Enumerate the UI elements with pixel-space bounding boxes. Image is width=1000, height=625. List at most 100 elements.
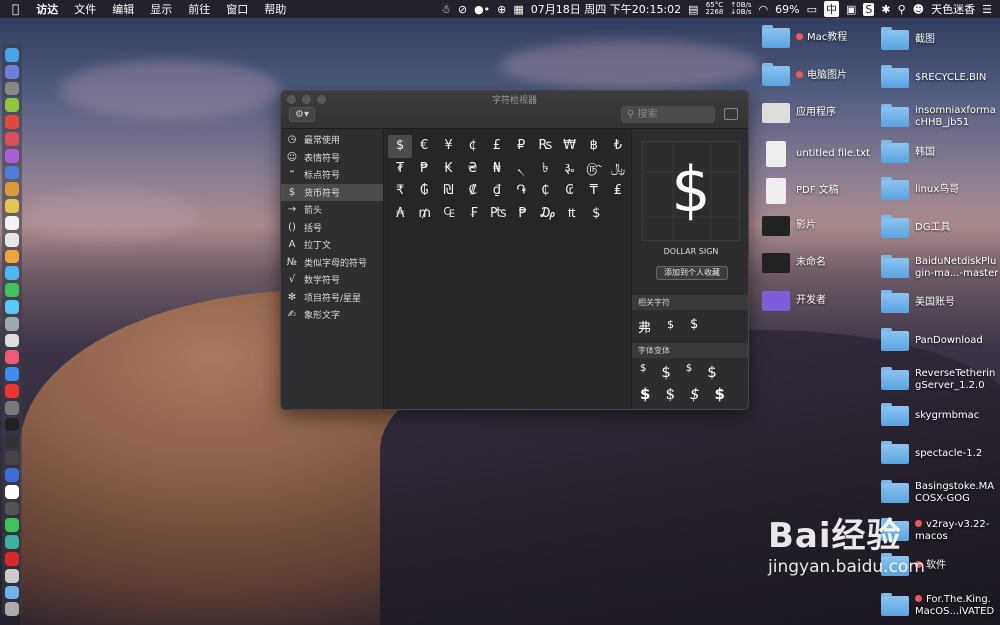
glyph-cell[interactable]: ₦ — [485, 158, 509, 181]
glyph-cell[interactable]: $ — [584, 203, 609, 226]
photos-icon[interactable] — [5, 249, 19, 264]
glyph-cell[interactable]: ₲ — [412, 180, 436, 203]
menu-app-name[interactable]: 访达 — [28, 1, 66, 17]
qq-icon[interactable]: ☃ — [441, 3, 451, 16]
glyph-cell[interactable]: ֏ — [509, 180, 533, 203]
font-variant[interactable]: $ — [661, 363, 671, 381]
app-icon[interactable] — [5, 148, 19, 163]
desktop-item[interactable]: linux鸟哥 — [881, 177, 959, 201]
desktop-item[interactable]: $RECYCLE.BIN — [881, 64, 986, 88]
app-icon[interactable] — [5, 333, 19, 348]
input-method[interactable]: 中 — [823, 1, 839, 17]
rocket-icon[interactable] — [5, 81, 19, 96]
related-char[interactable]: $ — [667, 317, 674, 336]
app-icon[interactable] — [5, 316, 19, 331]
app-store-icon[interactable] — [5, 367, 19, 381]
facetime-icon[interactable] — [5, 283, 19, 297]
desktop-item[interactable]: skygrmbmac — [881, 403, 979, 426]
desktop-item[interactable]: PDF 文稿 — [762, 178, 839, 204]
desktop-item[interactable]: 未命名 — [762, 253, 826, 273]
category-item[interactable]: “ 标点符号 — [281, 166, 383, 184]
downloads-folder-icon[interactable] — [5, 585, 19, 600]
desktop-item[interactable]: 电脑图片 — [762, 62, 847, 86]
glyph-cell[interactable]: ₤ — [606, 180, 630, 203]
related-char[interactable]: $ — [690, 317, 698, 336]
desktop-item[interactable]: For.The.King. MacOS...iVATED — [881, 593, 994, 618]
glyph-cell[interactable]: ₩ — [557, 135, 581, 158]
apple-menu-icon[interactable]:  — [0, 2, 28, 16]
category-item[interactable]: √ 数学符号 — [281, 271, 383, 289]
font-variant[interactable]: $ — [640, 363, 646, 381]
desktop-item[interactable]: 韩国 — [881, 139, 935, 163]
app-icon[interactable] — [5, 232, 19, 247]
glyph-cell[interactable]: $ — [388, 135, 413, 158]
desktop-item[interactable]: DG工具 — [881, 215, 950, 238]
glyph-cell[interactable]: ₽ — [509, 135, 533, 158]
desktop-item[interactable]: ReverseTetherin gServer_1.2.0 — [881, 367, 995, 392]
sync-icon[interactable]: ⊘ — [458, 3, 467, 16]
messages-icon[interactable] — [5, 266, 19, 281]
glyph-cell[interactable]: ₪ — [436, 180, 460, 203]
glyph-cell[interactable]: ₨ — [533, 135, 557, 158]
glyph-cell[interactable]: ¢ — [461, 135, 485, 158]
font-variant[interactable]: $ — [707, 363, 717, 381]
glyph-cell[interactable]: ₸ — [582, 180, 606, 203]
menu-edit[interactable]: 编辑 — [104, 1, 142, 17]
font-variant[interactable]: $ — [690, 385, 700, 403]
desktop-item[interactable]: Mac教程 — [762, 25, 847, 48]
glyph-cell[interactable]: ₣ — [462, 203, 487, 226]
add-to-favorites-button[interactable]: 添加到个人收藏 — [656, 266, 728, 280]
toggle-detail-button[interactable] — [724, 108, 738, 120]
bluetooth-icon[interactable]: ✱ — [881, 3, 890, 16]
related-char[interactable]: 弗 — [638, 317, 651, 336]
font-variant[interactable]: $ — [640, 385, 650, 403]
android-icon[interactable] — [5, 98, 19, 113]
app-icon[interactable] — [5, 131, 19, 146]
dots-icon[interactable]: ●• — [474, 3, 490, 16]
app-icon[interactable] — [5, 299, 19, 314]
glyph-cell[interactable]: ৲ — [509, 158, 533, 181]
glyph-cell[interactable]: ₯ — [535, 203, 560, 226]
desktop-item[interactable]: untitled file.txt — [762, 140, 870, 167]
app-icon[interactable] — [5, 182, 19, 197]
vivaldi-icon[interactable] — [5, 383, 19, 398]
desktop-item[interactable]: 美国账号 — [881, 290, 955, 314]
glyph-cell[interactable]: ₺ — [606, 135, 630, 158]
glyph-cell[interactable]: ૱ — [557, 158, 581, 181]
datetime[interactable]: 07月18日 周四 下午20:15:02 — [531, 1, 681, 17]
terminal-icon[interactable] — [5, 417, 19, 432]
desktop-item[interactable]: 应用程序 — [762, 103, 836, 123]
glyph-cell[interactable]: ₫ — [485, 180, 509, 203]
spotlight-icon[interactable]: ⚲ — [898, 3, 906, 16]
desktop-item[interactable]: spectacle-1.2 — [881, 440, 982, 464]
app-icon[interactable] — [5, 535, 19, 549]
wechat-icon[interactable] — [5, 518, 19, 533]
app-icon[interactable] — [5, 451, 19, 465]
app-icon[interactable] — [5, 400, 19, 415]
grid-icon[interactable]: ▤ — [688, 3, 698, 16]
desktop-item[interactable]: PanDownload — [881, 327, 983, 351]
desktop-item[interactable]: insomniaxforma cHHB_jb51 — [881, 104, 996, 129]
glyph-cell[interactable]: ₶ — [560, 203, 585, 226]
app-icon[interactable] — [5, 165, 19, 180]
category-item[interactable]: ☺ 表情符号 — [281, 149, 383, 167]
menu-go[interactable]: 前往 — [180, 1, 218, 17]
search-input[interactable]: ⚲ 搜索 — [621, 106, 715, 123]
yandex-icon[interactable] — [5, 484, 19, 499]
activity-monitor-icon[interactable] — [5, 434, 19, 449]
glyph-cell[interactable]: ₢ — [557, 180, 581, 203]
desktop-item[interactable]: 开发者 — [762, 290, 826, 311]
category-item[interactable]: A 拉丁文 — [281, 236, 383, 254]
user-icon[interactable]: ☻ — [913, 3, 924, 16]
wifi-icon[interactable]: ◠ — [759, 3, 769, 16]
glyph-cell[interactable]: ₮ — [388, 158, 412, 181]
glyph-cell[interactable]: ₧ — [486, 203, 511, 226]
calendar-icon[interactable]: ▦ — [513, 3, 523, 16]
font-variant[interactable]: $ — [665, 385, 675, 403]
menu-view[interactable]: 显示 — [142, 1, 180, 17]
glyph-cell[interactable]: ৳ — [533, 158, 557, 181]
menu-file[interactable]: 文件 — [66, 1, 104, 17]
glyph-cell[interactable]: ₡ — [461, 180, 485, 203]
music-icon[interactable] — [5, 350, 19, 365]
glyph-cell[interactable]: ¥ — [436, 135, 460, 158]
